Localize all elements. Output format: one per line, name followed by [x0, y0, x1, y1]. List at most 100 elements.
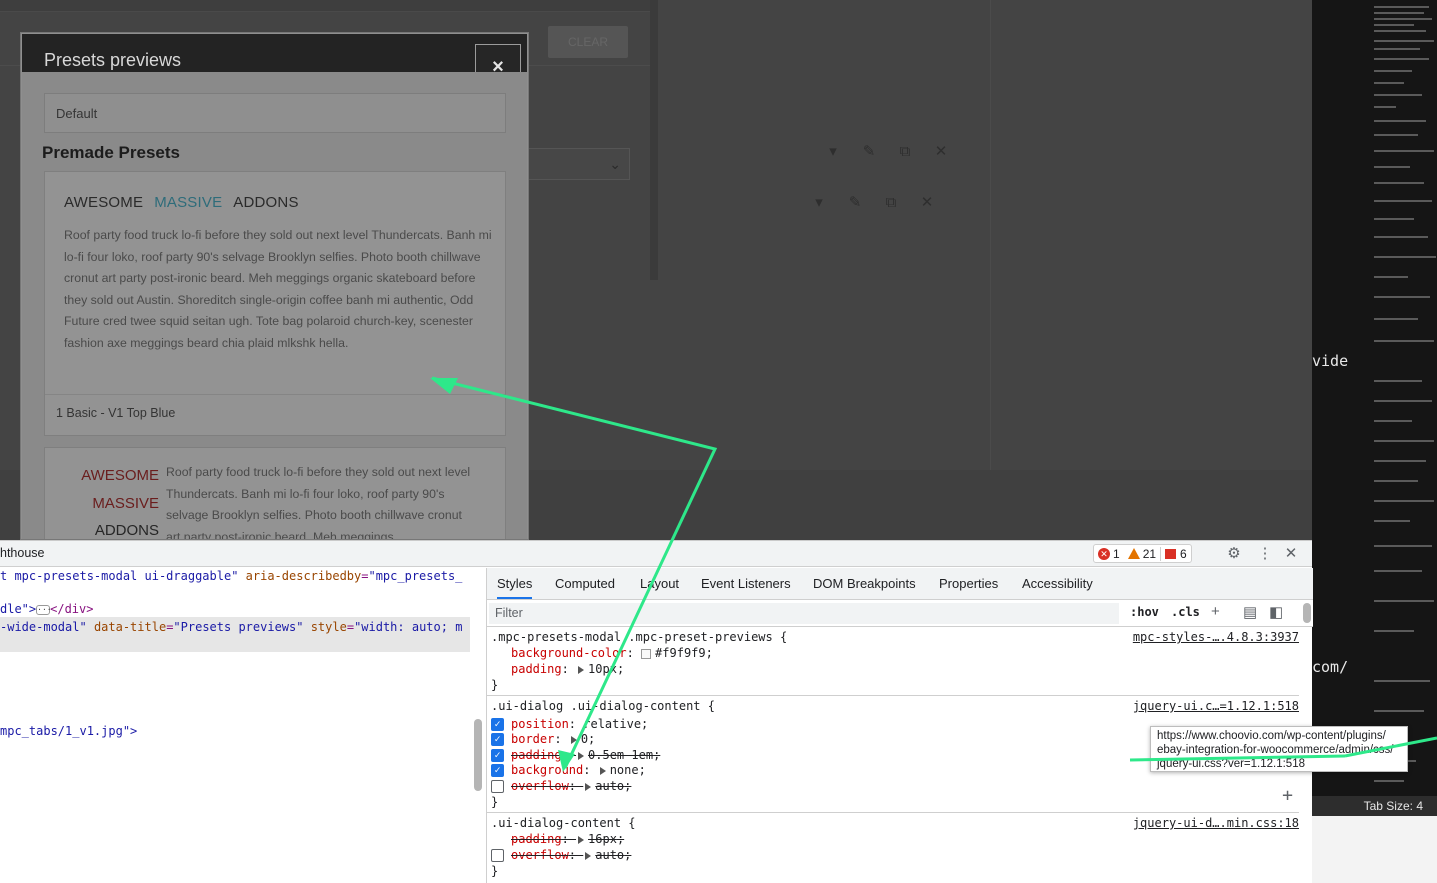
- css-declaration[interactable]: background-color: #f9f9f9;: [511, 646, 713, 660]
- tab-properties[interactable]: Properties: [939, 576, 998, 591]
- css-declaration[interactable]: border: 0;: [511, 732, 595, 746]
- default-preset[interactable]: Default: [44, 93, 506, 133]
- card-divider: [45, 394, 505, 395]
- css-declaration-overridden[interactable]: padding: 16px;: [511, 832, 624, 846]
- css-selector[interactable]: .ui-dialog .ui-dialog-content {: [491, 699, 715, 713]
- caret-down-icon[interactable]: ▾: [822, 142, 844, 160]
- modal-title: Presets previews: [44, 50, 182, 70]
- devtools-panel: hthouse ✕ 1 21 6 ⚙ ⋮ ✕ t mpc-presets-moda…: [0, 540, 1313, 883]
- dom-text: dle">: [0, 602, 37, 616]
- code-line: [1374, 218, 1414, 220]
- tab-computed[interactable]: Computed: [555, 576, 615, 591]
- dom-value: "width: auto; m: [354, 620, 463, 634]
- close-icon[interactable]: ✕: [916, 193, 938, 211]
- declaration-checkbox[interactable]: [491, 849, 504, 862]
- issue-counters[interactable]: ✕ 1 21 6: [1093, 544, 1192, 563]
- close-icon[interactable]: ✕: [930, 142, 952, 160]
- code-line: [1374, 70, 1412, 72]
- css-selector[interactable]: .mpc-presets-modal .mpc-preset-previews …: [491, 630, 787, 644]
- css-property: padding: [511, 832, 562, 846]
- pencil-icon[interactable]: ✎: [858, 142, 880, 160]
- declaration-checkbox[interactable]: ✓: [491, 733, 504, 746]
- code-line: [1374, 460, 1426, 462]
- dom-line[interactable]: dle">···</div>: [0, 602, 93, 616]
- close-devtools-icon[interactable]: ✕: [1281, 544, 1301, 562]
- css-close-brace: }: [491, 678, 499, 692]
- preset-card[interactable]: AWESOME MASSIVE ADDONS Roof party food t…: [44, 447, 506, 539]
- tab-dom-breakpoints[interactable]: DOM Breakpoints: [813, 576, 916, 591]
- code-line: [1374, 545, 1432, 547]
- css-source-link[interactable]: mpc-styles-….4.8.3:3937: [1133, 630, 1299, 644]
- copy-icon[interactable]: ⧉: [880, 194, 902, 211]
- background-bar: [0, 0, 650, 12]
- tab-layout[interactable]: Layout: [640, 576, 679, 591]
- css-declaration[interactable]: padding: 10px;: [511, 662, 624, 676]
- expand-triangle-icon[interactable]: [585, 782, 592, 791]
- css-source-link[interactable]: jquery-ui-d….min.css:18: [1133, 816, 1299, 830]
- preset-caption: 1 Basic - V1 Top Blue: [56, 406, 176, 420]
- brand-word: AWESOME: [81, 467, 159, 484]
- pencil-icon[interactable]: ✎: [844, 193, 866, 211]
- code-line: [1374, 134, 1418, 136]
- class-toggle[interactable]: .cls: [1171, 605, 1200, 619]
- color-swatch[interactable]: [641, 648, 652, 659]
- dom-text: mpc_tabs/1_v1.jpg">: [0, 724, 138, 738]
- editor-bottom-area: [1312, 816, 1437, 883]
- ellipsis-icon[interactable]: ···: [36, 604, 52, 615]
- css-rule: .mpc-presets-modal .mpc-preset-previews …: [487, 628, 1299, 696]
- code-line: [1374, 710, 1424, 712]
- dom-line[interactable]: -wide-modal" data-title="Presets preview…: [0, 620, 462, 634]
- settings-gear-icon[interactable]: ⚙: [1224, 544, 1244, 562]
- code-line: [1374, 182, 1424, 184]
- add-declaration-icon[interactable]: +: [1282, 785, 1293, 806]
- styles-scrollbar[interactable]: [1303, 603, 1311, 623]
- devtools-panel-tab[interactable]: hthouse: [0, 546, 44, 560]
- dom-line[interactable]: mpc_tabs/1_v1.jpg">: [0, 724, 137, 738]
- more-options-icon[interactable]: ⋮: [1255, 544, 1275, 562]
- dom-attr: style: [310, 620, 347, 634]
- tab-size-label[interactable]: Tab Size: 4: [1364, 799, 1423, 813]
- css-source-link[interactable]: jquery-ui.c…=1.12.1:518: [1133, 699, 1299, 713]
- css-declaration-overridden[interactable]: padding: 0.5em 1em;: [511, 748, 660, 762]
- tab-accessibility[interactable]: Accessibility: [1022, 576, 1093, 591]
- clear-button[interactable]: CLEAR: [548, 26, 628, 58]
- code-line: [1374, 30, 1426, 32]
- expand-triangle-icon[interactable]: [599, 766, 606, 775]
- sidebar-tabs: Styles Computed Layout Event Listeners D…: [487, 568, 1313, 600]
- preset-card[interactable]: AWESOME MASSIVE ADDONS Roof party food tru…: [44, 171, 506, 436]
- declaration-checkbox[interactable]: ✓: [491, 718, 504, 731]
- expand-triangle-icon[interactable]: [578, 751, 585, 760]
- css-selector[interactable]: .ui-dialog-content {: [491, 816, 636, 830]
- background-select[interactable]: ⌄: [520, 148, 630, 180]
- modal-header[interactable]: Presets previews ×: [22, 34, 527, 84]
- css-value: auto: [595, 779, 625, 793]
- css-declaration-disabled[interactable]: overflow: auto;: [511, 848, 631, 862]
- expand-triangle-icon[interactable]: [585, 851, 592, 860]
- new-rule-icon[interactable]: +: [1211, 603, 1220, 620]
- code-line: [1374, 24, 1414, 26]
- css-declaration[interactable]: position: relative;: [511, 717, 648, 731]
- elements-tree: t mpc-presets-modal ui-draggable" aria-d…: [0, 568, 471, 883]
- styles-filter-input[interactable]: Filter: [489, 603, 1119, 624]
- hover-state-toggle[interactable]: :hov: [1130, 605, 1159, 619]
- code-line: [1374, 40, 1434, 42]
- declaration-checkbox[interactable]: ✓: [491, 749, 504, 762]
- tab-event-listeners[interactable]: Event Listeners: [701, 576, 791, 591]
- copy-icon[interactable]: ⧉: [894, 143, 916, 160]
- caret-down-icon[interactable]: ▾: [808, 193, 830, 211]
- tab-styles[interactable]: Styles: [497, 576, 533, 599]
- toggle-sidebar-icon[interactable]: ◧: [1269, 603, 1283, 621]
- expand-triangle-icon[interactable]: [578, 835, 585, 844]
- editor-status-bar: Tab Size: 4: [1312, 796, 1437, 816]
- expand-triangle-icon[interactable]: [570, 735, 577, 744]
- code-line: [1374, 48, 1420, 50]
- css-value: auto: [595, 848, 625, 862]
- dom-line[interactable]: t mpc-presets-modal ui-draggable" aria-d…: [0, 569, 462, 583]
- css-declaration[interactable]: background: none;: [511, 763, 646, 777]
- elements-scrollbar[interactable]: [474, 719, 482, 791]
- css-declaration-disabled[interactable]: overflow: auto;: [511, 779, 631, 793]
- declaration-checkbox[interactable]: ✓: [491, 764, 504, 777]
- expand-triangle-icon[interactable]: [578, 665, 585, 674]
- declaration-checkbox[interactable]: [491, 780, 504, 793]
- paint-brush-icon[interactable]: ▤: [1243, 603, 1257, 621]
